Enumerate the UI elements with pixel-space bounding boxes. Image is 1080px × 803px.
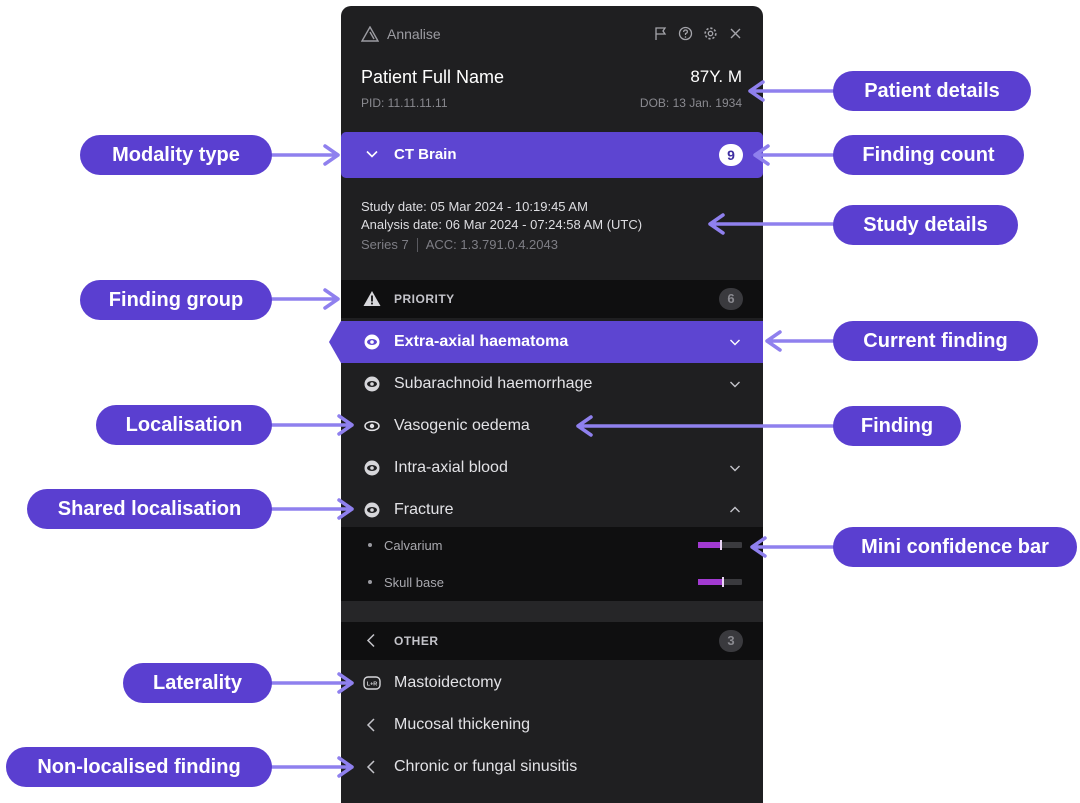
- finding-label: Subarachnoid haemorrhage: [394, 375, 593, 392]
- chevron-left-icon: [366, 633, 375, 648]
- sub-finding-row[interactable]: Calvarium: [341, 527, 763, 564]
- analysis-date: Analysis date: 06 Mar 2024 - 07:24:58 AM…: [361, 217, 643, 232]
- callout-modality-type: Modality type: [80, 135, 272, 175]
- callout-shared-localisation: Shared localisation: [27, 489, 272, 529]
- laterality-icon[interactable]: L+R: [363, 674, 381, 692]
- annalise-logo-icon: [361, 26, 379, 42]
- group-count-badge: 3: [719, 630, 743, 652]
- group-label: OTHER: [394, 634, 439, 648]
- arrow-mini-confidence-bar: [750, 536, 835, 558]
- app-name: Annalise: [387, 26, 441, 42]
- annalise-panel: Annalise Patient Full Name 87Y. M PID: 1…: [329, 6, 763, 803]
- study-details: Study date: 05 Mar 2024 - 10:19:45 AM An…: [361, 198, 642, 254]
- flag-icon[interactable]: [653, 26, 668, 41]
- callout-mini-confidence-bar: Mini confidence bar: [833, 527, 1077, 567]
- chevron-left-icon[interactable]: [363, 758, 381, 776]
- finding-row-mastoidectomy[interactable]: L+R Mastoidectomy: [341, 662, 763, 704]
- accession-number: ACC: 1.3.791.0.4.2043: [425, 237, 558, 252]
- series-info: Series 7 ACC: 1.3.791.0.4.2043: [361, 236, 642, 254]
- finding-row-extra-axial-haematoma[interactable]: Extra-axial haematoma: [329, 321, 763, 363]
- callout-finding-count: Finding count: [833, 135, 1024, 175]
- confidence-fill: [698, 542, 720, 548]
- svg-text:L+R: L+R: [367, 681, 378, 687]
- arrow-modality-type: [270, 144, 340, 166]
- top-bar: Annalise: [341, 6, 763, 64]
- group-header-priority[interactable]: PRIORITY 6: [341, 280, 763, 318]
- arrow-laterality: [270, 672, 354, 694]
- bullet: [368, 580, 372, 584]
- callout-localisation: Localisation: [96, 405, 272, 445]
- patient-name: Patient Full Name: [361, 67, 505, 87]
- modality-label: CT Brain: [394, 146, 457, 163]
- settings-gear-icon[interactable]: [703, 26, 718, 41]
- eye-icon[interactable]: [363, 417, 381, 435]
- chevron-down-icon[interactable]: [729, 336, 741, 348]
- finding-label: Extra-axial haematoma: [394, 333, 569, 350]
- chevron-down-icon[interactable]: [729, 378, 741, 390]
- confidence-fill: [698, 579, 722, 585]
- callout-laterality: Laterality: [123, 663, 272, 703]
- close-icon[interactable]: [728, 26, 743, 41]
- arrow-current-finding: [765, 330, 835, 352]
- sub-finding-label: Calvarium: [384, 538, 443, 553]
- chevron-up-icon[interactable]: [729, 504, 741, 516]
- mini-confidence-bar: [698, 540, 742, 550]
- shared-eye-icon[interactable]: [363, 501, 381, 519]
- sub-finding-row[interactable]: Skull base: [341, 564, 763, 601]
- sub-finding-label: Skull base: [384, 575, 444, 590]
- arrow-shared-localisation: [270, 498, 354, 520]
- finding-row-fracture[interactable]: Fracture: [341, 489, 763, 531]
- series-number: Series 7: [361, 237, 409, 252]
- toolbar: [653, 26, 743, 41]
- finding-label: Chronic or fungal sinusitis: [394, 758, 578, 775]
- chevron-down-icon[interactable]: [729, 462, 741, 474]
- confidence-marker: [720, 540, 722, 550]
- finding-label: Fracture: [394, 501, 454, 518]
- finding-row-intra-axial-blood[interactable]: Intra-axial blood: [341, 447, 763, 489]
- group-label: PRIORITY: [394, 292, 455, 306]
- arrow-finding-count: [753, 144, 835, 166]
- confidence-marker: [722, 577, 724, 587]
- finding-count-badge: 9: [719, 144, 743, 166]
- group-separator: [341, 601, 763, 623]
- eye-icon[interactable]: [363, 459, 381, 477]
- finding-row-vasogenic-oedema[interactable]: Vasogenic oedema: [341, 405, 763, 447]
- modality-header[interactable]: CT Brain 9: [341, 132, 763, 178]
- callout-current-finding: Current finding: [833, 321, 1038, 361]
- arrow-finding-group: [270, 288, 340, 310]
- chevron-left-icon[interactable]: [363, 716, 381, 734]
- finding-label: Mucosal thickening: [394, 716, 531, 733]
- patient-pid: PID: 11.11.11.11: [361, 96, 448, 110]
- finding-label: Mastoidectomy: [394, 674, 502, 691]
- arrow-non-localised-finding: [270, 756, 354, 778]
- chevron-down-icon: [366, 150, 378, 158]
- callout-non-localised-finding: Non-localised finding: [6, 747, 272, 787]
- group-header-other[interactable]: OTHER 3: [341, 622, 763, 660]
- finding-label: Vasogenic oedema: [394, 417, 530, 434]
- callout-finding-group: Finding group: [80, 280, 272, 320]
- study-date: Study date: 05 Mar 2024 - 10:19:45 AM: [361, 199, 588, 214]
- finding-row-subarachnoid-haemorrhage[interactable]: Subarachnoid haemorrhage: [341, 363, 763, 405]
- finding-row-chronic-or-fungal-sinusitis[interactable]: Chronic or fungal sinusitis: [341, 746, 763, 788]
- sub-findings: Calvarium Skull base: [341, 527, 763, 601]
- callout-finding: Finding: [833, 406, 961, 446]
- callout-patient-details: Patient details: [833, 71, 1031, 111]
- patient-dob: DOB: 13 Jan. 1934: [639, 96, 742, 110]
- eye-icon[interactable]: [363, 375, 381, 393]
- finding-row-mucosal-thickening[interactable]: Mucosal thickening: [341, 704, 763, 746]
- bullet: [368, 543, 372, 547]
- callout-study-details: Study details: [833, 205, 1018, 245]
- brand: Annalise: [361, 26, 441, 42]
- arrow-localisation: [270, 414, 354, 436]
- patient-age-sex: 87Y. M: [690, 67, 742, 86]
- divider: [416, 238, 418, 252]
- warning-icon: [363, 291, 381, 306]
- eye-icon[interactable]: [363, 333, 381, 351]
- mini-confidence-bar: [698, 577, 742, 587]
- help-icon[interactable]: [678, 26, 693, 41]
- finding-label: Intra-axial blood: [394, 459, 508, 476]
- group-count-badge: 6: [719, 288, 743, 310]
- current-indicator: [329, 321, 341, 363]
